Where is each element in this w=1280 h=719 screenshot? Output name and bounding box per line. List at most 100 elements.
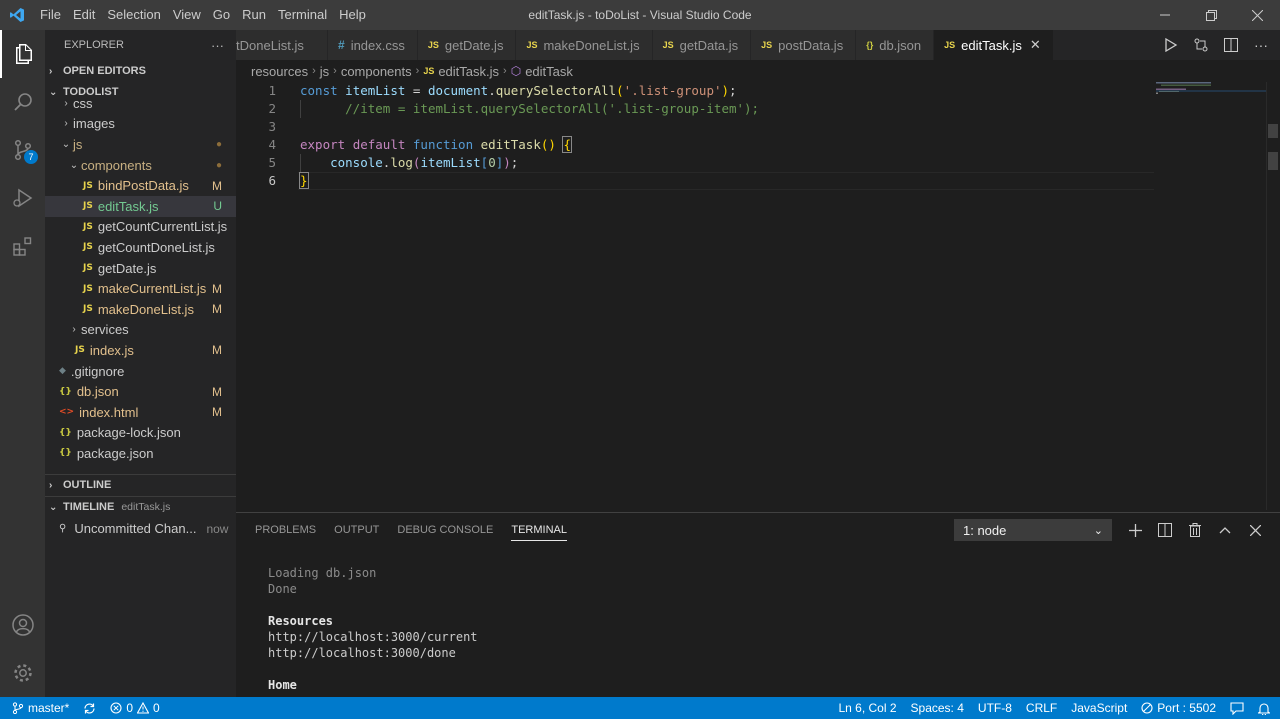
tree-file[interactable]: <> index.html M	[45, 402, 236, 423]
cursor-position[interactable]: Ln 6, Col 2	[831, 701, 903, 715]
tree-file[interactable]: JS editTask.js U	[45, 195, 236, 217]
file-tree: › css › images ⌄ js ● ⌄ components ● JS bindPostDat…	[45, 93, 236, 464]
run-icon[interactable]	[1156, 30, 1186, 60]
tree-file[interactable]: JS index.js M	[45, 340, 236, 361]
problems-indicator[interactable]: 0 0	[103, 701, 166, 715]
editor-tab[interactable]: JS getDate.js	[417, 30, 517, 60]
tree-file[interactable]: {} db.json M	[45, 381, 236, 402]
tree-folder[interactable]: › css	[45, 93, 236, 114]
editor-tab[interactable]: JS getData.js	[652, 30, 752, 60]
tree-file[interactable]: {} package.json	[45, 443, 236, 464]
chevron-right-icon: ›	[64, 118, 68, 130]
scrollbar-thumb[interactable]	[1268, 152, 1278, 170]
menu-file[interactable]: File	[34, 0, 67, 30]
timeline-entry[interactable]: ⚲ Uncommitted Chan... now	[45, 518, 236, 540]
code-editor[interactable]: 1 const itemList = document.querySelecto…	[236, 82, 1280, 510]
menu-terminal[interactable]: Terminal	[272, 0, 333, 30]
run-debug-icon[interactable]	[0, 174, 45, 222]
menu-bar: File Edit Selection View Go Run Terminal Help	[34, 0, 372, 30]
panel-tab-debug-console[interactable]: DEBUG CONSOLE	[397, 513, 493, 547]
tree-item-label: getCountDoneList.js	[97, 239, 215, 255]
function-symbol-icon: ⬡	[510, 64, 522, 78]
breadcrumb-item[interactable]: resources	[251, 64, 308, 79]
breadcrumb-item[interactable]: components	[341, 64, 412, 79]
breadcrumb-item[interactable]: js	[320, 64, 329, 79]
close-panel-icon[interactable]	[1240, 518, 1270, 542]
menu-view[interactable]: View	[167, 0, 207, 30]
menu-edit[interactable]: Edit	[67, 0, 101, 30]
restore-icon[interactable]	[1188, 0, 1234, 30]
minimap[interactable]	[1156, 82, 1266, 102]
trash-icon[interactable]	[1180, 518, 1210, 542]
editor-tab[interactable]: tDoneList.js	[236, 30, 328, 60]
feedback-icon[interactable]	[1223, 701, 1251, 715]
tree-file[interactable]: JS makeDoneList.js M	[45, 299, 236, 320]
panel-tab-terminal[interactable]: TERMINAL	[511, 513, 567, 547]
files-icon[interactable]	[0, 30, 45, 78]
outline-label: OUTLINE	[63, 479, 112, 492]
open-changes-icon[interactable]	[1186, 30, 1216, 60]
split-terminal-icon[interactable]	[1150, 518, 1180, 542]
line-number: 4	[268, 137, 276, 152]
tree-file[interactable]: JS getCountDoneList.js	[45, 237, 236, 258]
close-tab-icon[interactable]: ✕	[1030, 37, 1041, 53]
editor-tab[interactable]: # index.css	[328, 30, 418, 60]
settings-gear-icon[interactable]	[0, 649, 45, 697]
live-server-port[interactable]: Port : 5502	[1134, 701, 1223, 715]
language-mode[interactable]: JavaScript	[1064, 701, 1134, 715]
terminal-select[interactable]: 1: node ⌄	[954, 519, 1112, 541]
menu-go[interactable]: Go	[207, 0, 236, 30]
panel-tab-problems[interactable]: PROBLEMS	[255, 513, 316, 547]
line-number: 3	[268, 119, 276, 134]
source-control-icon[interactable]: 7	[0, 126, 45, 174]
tree-item-label: index.js	[89, 342, 134, 358]
close-window-icon[interactable]	[1234, 0, 1280, 30]
chevron-right-icon: ›	[72, 324, 76, 336]
scrollbar-thumb[interactable]	[1268, 124, 1278, 138]
notifications-bell-icon[interactable]	[1251, 702, 1280, 715]
more-actions-icon[interactable]: ···	[1246, 30, 1276, 60]
tree-file[interactable]: {} package-lock.json	[45, 423, 236, 444]
sync-icon[interactable]	[76, 702, 103, 715]
tree-folder[interactable]: › images	[45, 114, 236, 135]
git-status-badge: M	[212, 178, 222, 193]
editor-tab[interactable]: JS makeDoneList.js	[516, 30, 653, 60]
tree-folder[interactable]: ⌄ components ●	[45, 155, 236, 176]
tree-file[interactable]: JS bindPostData.js M	[45, 175, 236, 196]
menu-run[interactable]: Run	[236, 0, 272, 30]
breadcrumb-item[interactable]: editTask	[525, 64, 573, 79]
terminal-output[interactable]: Loading db.json Done Resources http://local…	[268, 565, 478, 693]
encoding[interactable]: UTF-8	[971, 701, 1019, 715]
tree-item-label: makeCurrentList.js	[97, 281, 207, 297]
minimize-icon[interactable]	[1142, 0, 1188, 30]
panel-tab-output[interactable]: OUTPUT	[334, 513, 379, 547]
tree-file[interactable]: ◆ .gitignore	[45, 361, 236, 382]
tree-file[interactable]: JS getDate.js	[45, 258, 236, 279]
tree-file[interactable]: JS getCountCurrentList.js	[45, 217, 236, 238]
tree-file[interactable]: JS makeCurrentList.js M	[45, 278, 236, 299]
timeline-section[interactable]: ⌄ TIMELINE editTask.js	[45, 495, 236, 518]
outline-section[interactable]: › OUTLINE	[45, 473, 236, 496]
code-line: 3	[236, 118, 1156, 136]
code-line: 1 const itemList = document.querySelecto…	[236, 82, 1156, 100]
indentation[interactable]: Spaces: 4	[904, 701, 971, 715]
split-editor-icon[interactable]	[1216, 30, 1246, 60]
new-terminal-icon[interactable]	[1120, 518, 1150, 542]
editor-tab[interactable]: JS postData.js	[751, 30, 857, 60]
maximize-panel-icon[interactable]	[1210, 518, 1240, 542]
menu-help[interactable]: Help	[333, 0, 372, 30]
more-actions-icon[interactable]: ···	[211, 38, 224, 53]
tree-folder[interactable]: ⌄ js ●	[45, 134, 236, 155]
line-ending[interactable]: CRLF	[1019, 701, 1064, 715]
tree-folder[interactable]: › services	[45, 320, 236, 341]
open-editors-section[interactable]: › OPEN EDITORS	[45, 60, 236, 82]
editor-scrollbar[interactable]	[1266, 82, 1280, 510]
account-icon[interactable]	[0, 601, 45, 649]
search-icon[interactable]	[0, 78, 45, 126]
menu-selection[interactable]: Selection	[101, 0, 166, 30]
extensions-icon[interactable]	[0, 222, 45, 270]
breadcrumb-item[interactable]: editTask.js	[438, 64, 499, 79]
editor-tab[interactable]: JS editTask.js ✕	[934, 30, 1054, 60]
editor-tab[interactable]: {} db.json	[856, 30, 935, 60]
branch-indicator[interactable]: master*	[10, 701, 76, 715]
